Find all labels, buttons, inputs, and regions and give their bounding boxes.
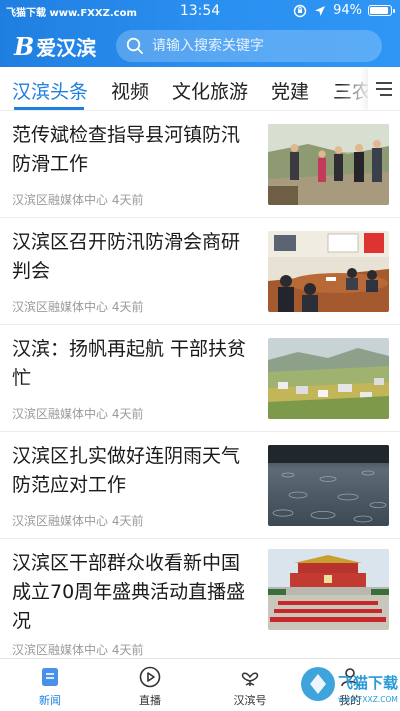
tab-video[interactable]: 视频	[111, 77, 149, 104]
rotation-lock-icon	[293, 4, 307, 17]
news-title: 范传斌检查指导县河镇防汛防滑工作	[12, 124, 241, 175]
news-thumbnail	[268, 124, 389, 205]
tab-party-building[interactable]: 党建	[271, 77, 309, 104]
tab-hanbin-headlines[interactable]: 汉滨头条	[12, 77, 88, 104]
news-source: 汉滨区融媒体中心	[12, 407, 109, 421]
tab-fade	[340, 67, 370, 110]
nav-label: 直播	[139, 694, 161, 707]
news-title: 汉滨区召开防汛防滑会商研判会	[12, 231, 241, 282]
heart-flower-icon	[241, 672, 259, 686]
nav-live[interactable]: 直播	[120, 665, 180, 708]
status-bar: 飞猫下载 www.FXXZ.com 13:54 94%	[0, 0, 400, 22]
logo-text: 爱汉滨	[36, 36, 97, 60]
news-item[interactable]: 汉滨区扎实做好连阴雨天气防范应对工作 汉滨区融媒体中心 4天前	[0, 432, 400, 539]
active-tab-indicator	[14, 107, 84, 110]
nav-label: 新闻	[39, 694, 61, 707]
news-list: 范传斌检查指导县河镇防汛防滑工作 汉滨区融媒体中心 4天前 汉滨区召开防汛防滑会…	[0, 111, 400, 658]
news-item[interactable]: 汉滨：扬帆再起航 干部扶贫忙 汉滨区融媒体中心 4天前	[0, 325, 400, 432]
category-tabs: 汉滨头条 视频 文化旅游 党建 三农	[0, 67, 400, 111]
nav-label: 汉滨号	[233, 694, 267, 707]
tab-culture-tourism[interactable]: 文化旅游	[172, 77, 248, 104]
menu-icon	[376, 82, 392, 96]
status-indicators: 94%	[293, 3, 395, 18]
battery-percent: 94%	[333, 3, 362, 18]
app-header-bar: 飞猫下载 www.FXXZ.com 13:54 94% B 爱汉滨	[0, 0, 400, 67]
location-icon	[315, 5, 326, 16]
news-time: 4天前	[111, 407, 144, 421]
news-title: 汉滨区扎实做好连阴雨天气防范应对工作	[12, 445, 241, 496]
play-icon	[139, 666, 161, 688]
news-time: 4天前	[111, 514, 144, 528]
news-source: 汉滨区融媒体中心	[12, 300, 109, 314]
news-title: 汉滨：扬帆再起航 干部扶贫忙	[12, 338, 247, 389]
svg-text:www.FXXZ.COM: www.FXXZ.COM	[338, 695, 398, 704]
search-icon	[126, 37, 143, 54]
news-meta: 汉滨区融媒体中心 4天前	[12, 191, 143, 208]
nav-news[interactable]: 新闻	[20, 665, 80, 708]
news-source: 汉滨区融媒体中心	[12, 643, 109, 657]
tab-menu-button[interactable]	[368, 67, 400, 110]
news-item[interactable]: 范传斌检查指导县河镇防汛防滑工作 汉滨区融媒体中心 4天前	[0, 111, 400, 218]
news-time: 4天前	[111, 300, 144, 314]
header: B 爱汉滨	[0, 26, 400, 64]
news-meta: 汉滨区融媒体中心 4天前	[12, 405, 143, 422]
logo-mark: B	[14, 32, 35, 61]
search-input[interactable]	[152, 38, 362, 54]
news-meta: 汉滨区融媒体中心 4天前	[12, 641, 143, 658]
news-icon	[42, 668, 58, 686]
news-thumbnail	[268, 549, 389, 630]
news-time: 4天前	[111, 643, 144, 657]
news-source: 汉滨区融媒体中心	[12, 514, 109, 528]
news-source: 汉滨区融媒体中心	[12, 193, 109, 207]
news-title: 汉滨区干部群众收看新中国成立70周年盛典活动直播盛况	[12, 552, 246, 632]
news-thumbnail	[268, 338, 389, 419]
nav-hanbin-account[interactable]: 汉滨号	[220, 665, 280, 708]
news-time: 4天前	[111, 193, 144, 207]
battery-icon	[368, 5, 395, 16]
news-meta: 汉滨区融媒体中心 4天前	[12, 298, 143, 315]
svg-text:飞猫下载: 飞猫下载	[338, 674, 398, 692]
watermark-logo: 飞猫下载 www.FXXZ.COM	[296, 660, 400, 711]
news-thumbnail	[268, 445, 389, 526]
news-thumbnail	[268, 231, 389, 312]
news-item[interactable]: 汉滨区召开防汛防滑会商研判会 汉滨区融媒体中心 4天前	[0, 218, 400, 325]
search-bar[interactable]	[116, 30, 382, 62]
news-item[interactable]: 汉滨区干部群众收看新中国成立70周年盛典活动直播盛况 汉滨区融媒体中心 4天前	[0, 539, 400, 658]
news-meta: 汉滨区融媒体中心 4天前	[12, 512, 143, 529]
app-logo: B 爱汉滨	[14, 32, 96, 61]
